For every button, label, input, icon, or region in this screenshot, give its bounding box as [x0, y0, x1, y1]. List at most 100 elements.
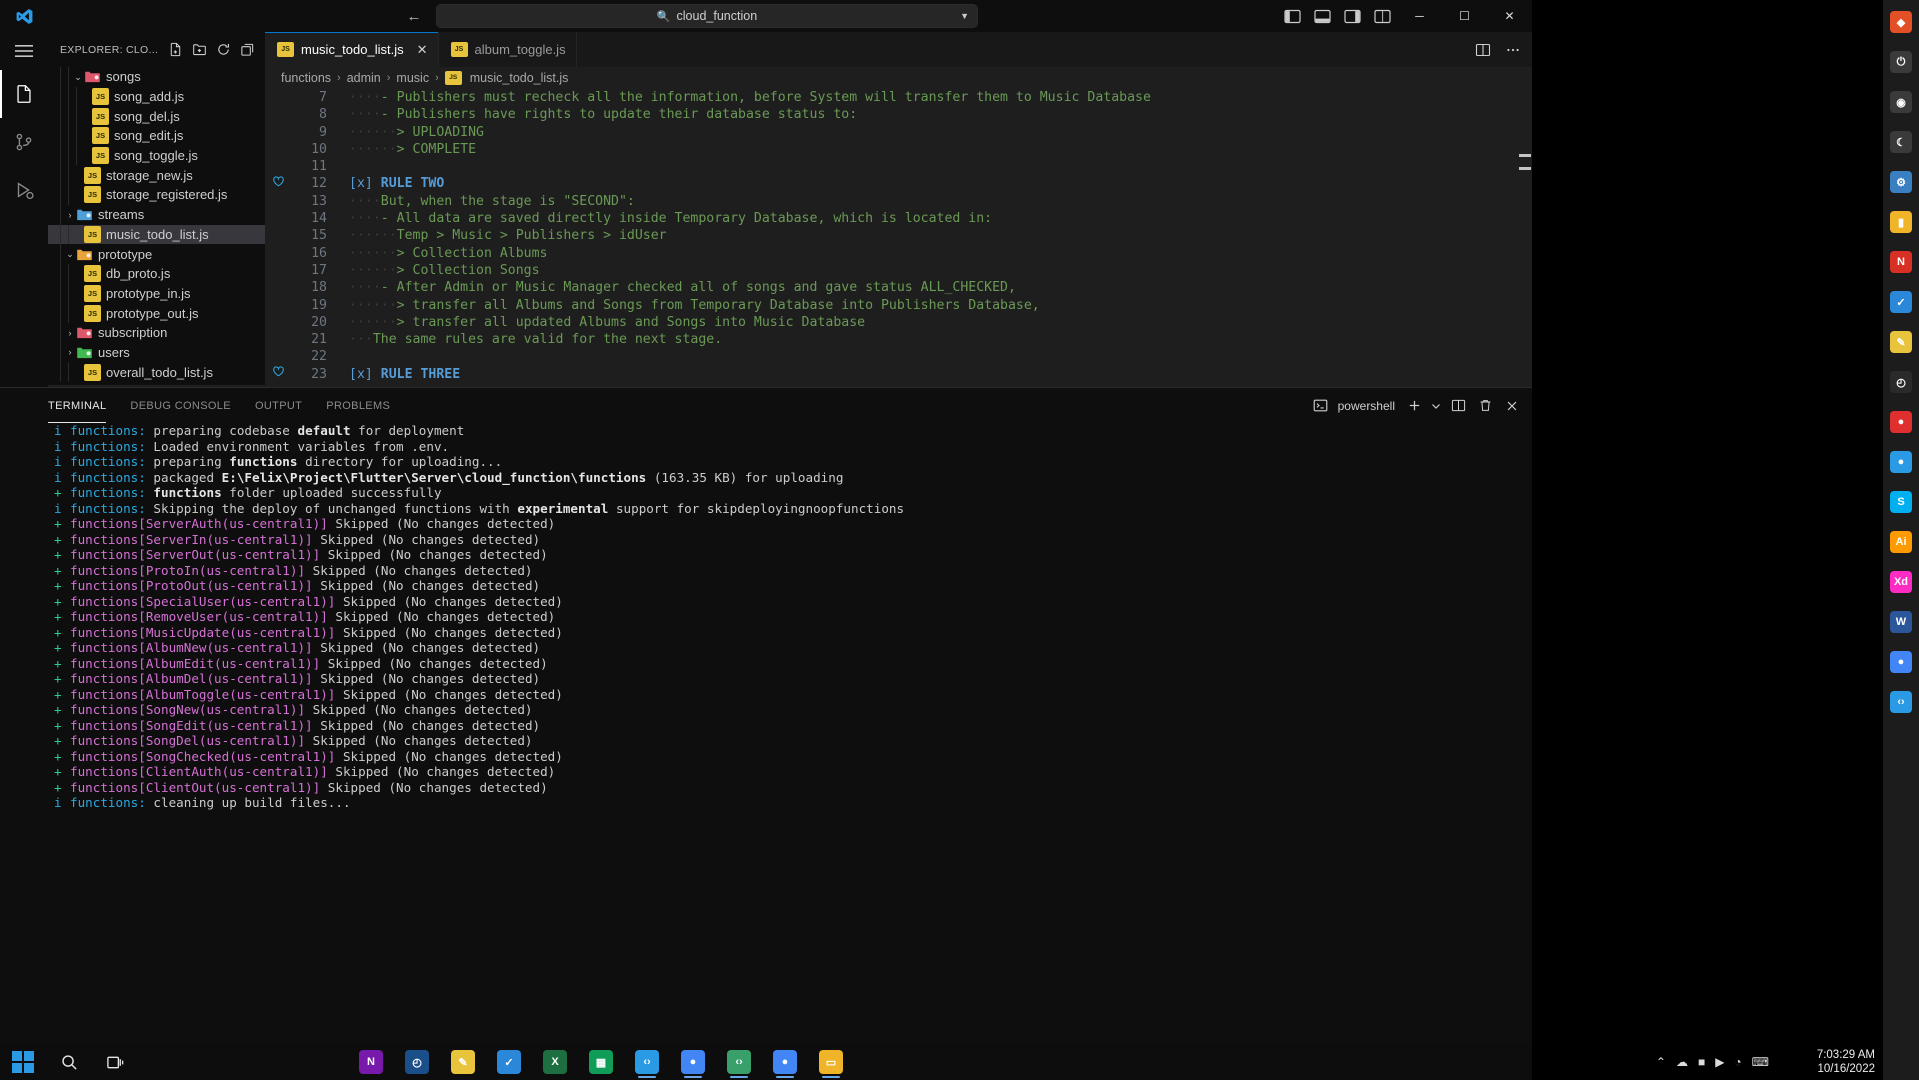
- panel-tabs[interactable]: TERMINAL DEBUG CONSOLE OUTPUT PROBLEMS powe…: [0, 388, 1532, 423]
- illustrator-icon[interactable]: Ai: [1883, 524, 1919, 560]
- chevron-down-icon[interactable]: ⌄: [72, 74, 84, 80]
- chevron-right-icon[interactable]: ›: [64, 210, 76, 220]
- chrome-dock-icon[interactable]: ●: [1883, 644, 1919, 680]
- tree-folder[interactable]: ⌄prototype: [48, 244, 265, 264]
- toggle-secondary-sidebar-icon[interactable]: [1337, 0, 1367, 32]
- chevron-right-icon[interactable]: ›: [64, 328, 76, 338]
- status-language[interactable]: JavaScript: [1413, 1054, 1503, 1080]
- editor-tabs[interactable]: JSmusic_todo_list.js✕JSalbum_toggle.js: [265, 32, 1532, 67]
- code-line[interactable]: 18····- After Admin or Music Manager che…: [265, 279, 1532, 296]
- code-line[interactable]: 8····- Publishers have rights to update …: [265, 106, 1532, 123]
- panel-tab[interactable]: PROBLEMS: [326, 388, 390, 423]
- notes-icon[interactable]: ✎: [1883, 324, 1919, 360]
- code-line[interactable]: 11: [265, 158, 1532, 175]
- right-dock-bar[interactable]: ◆⏻◉☾⚙▮N✓✎◴●●SAiXdW●‹›: [1883, 0, 1919, 1080]
- folder-icon[interactable]: ▮: [1883, 204, 1919, 240]
- code-line[interactable]: 9······> UPLOADING: [265, 124, 1532, 141]
- code-line[interactable]: 10······> COMPLETE: [265, 141, 1532, 158]
- bookmark-heart-icon[interactable]: [265, 175, 291, 193]
- minimize-button[interactable]: ─: [1397, 0, 1442, 32]
- close-icon[interactable]: ✕: [417, 42, 428, 58]
- sidebar-item-run-and-debug[interactable]: [0, 166, 48, 214]
- close-button[interactable]: ✕: [1487, 0, 1532, 32]
- breadcrumb-item[interactable]: music_todo_list.js: [470, 71, 569, 85]
- breadcrumb-item[interactable]: functions: [281, 71, 331, 85]
- toggle-primary-sidebar-icon[interactable]: [1277, 0, 1307, 32]
- tree-folder[interactable]: ›streams: [48, 205, 265, 225]
- todoist-icon[interactable]: ✓: [1883, 284, 1919, 320]
- breadcrumb[interactable]: functions›admin›music›JSmusic_todo_list.…: [265, 67, 1532, 89]
- tree-file[interactable]: JSdb_proto.js: [48, 264, 265, 284]
- file-tree[interactable]: ⌄songsJSsong_add.jsJSsong_del.jsJSsong_e…: [48, 67, 265, 385]
- adobe-cc-icon[interactable]: ◆: [1883, 4, 1919, 40]
- xd-icon[interactable]: Xd: [1883, 564, 1919, 600]
- editor-tab[interactable]: JSmusic_todo_list.js✕: [265, 32, 439, 67]
- word-icon[interactable]: W: [1883, 604, 1919, 640]
- power-icon[interactable]: ⏻: [1883, 44, 1919, 80]
- code-line[interactable]: 14····- All data are saved directly insi…: [265, 210, 1532, 227]
- chevron-down-icon[interactable]: [1429, 394, 1443, 418]
- close-icon[interactable]: [1500, 394, 1524, 418]
- tree-file[interactable]: JSsong_toggle.js: [48, 146, 265, 166]
- menu-icon[interactable]: [0, 32, 48, 70]
- notion-icon[interactable]: N: [1883, 244, 1919, 280]
- music-icon[interactable]: ●: [1883, 404, 1919, 440]
- vscode-dock-icon[interactable]: ‹›: [1883, 684, 1919, 720]
- collapse-all-icon[interactable]: [236, 39, 258, 61]
- clock-app-icon[interactable]: ◴: [1883, 364, 1919, 400]
- code-content[interactable]: 7····- Publishers must recheck all the i…: [265, 89, 1532, 385]
- code-line[interactable]: 23[x] RULE THREE: [265, 366, 1532, 383]
- maximize-button[interactable]: ☐: [1442, 0, 1487, 32]
- terminal-output[interactable]: ifunctions: preparing codebase default f…: [0, 423, 1532, 1054]
- breadcrumb-item[interactable]: music: [396, 71, 429, 85]
- code-line[interactable]: 17······> Collection Songs: [265, 262, 1532, 279]
- sidebar-item-explorer[interactable]: [0, 70, 48, 118]
- back-button[interactable]: ←: [400, 3, 428, 29]
- settings-gear-icon[interactable]: ⚙: [1883, 164, 1919, 200]
- split-editor-icon[interactable]: [1470, 37, 1496, 63]
- new-file-icon[interactable]: [164, 39, 186, 61]
- code-line[interactable]: 24···Check the validity of agreement.: [265, 383, 1532, 385]
- split-icon[interactable]: [1446, 394, 1470, 418]
- tree-file[interactable]: JSstorage_registered.js: [48, 185, 265, 205]
- panel-tab[interactable]: OUTPUT: [255, 388, 302, 423]
- status-cursor-position[interactable]: Ln 28, Col 14: [1326, 1054, 1413, 1080]
- customize-layout-icon[interactable]: [1367, 0, 1397, 32]
- tree-folder[interactable]: ⌄client: [48, 382, 265, 385]
- chevron-down-icon[interactable]: ▼: [960, 11, 969, 21]
- panel-tab[interactable]: DEBUG CONSOLE: [130, 388, 231, 423]
- moon-icon[interactable]: ☾: [1883, 124, 1919, 160]
- tree-file[interactable]: JSsong_edit.js: [48, 126, 265, 146]
- status-notifications[interactable]: [1503, 1054, 1532, 1080]
- code-line[interactable]: 19······> transfer all Albums and Songs …: [265, 297, 1532, 314]
- bookmark-heart-icon[interactable]: [265, 365, 291, 383]
- ellipsis-icon[interactable]: [1500, 37, 1526, 63]
- skype-icon[interactable]: S: [1883, 484, 1919, 520]
- chevron-right-icon[interactable]: ›: [64, 347, 76, 357]
- code-line[interactable]: 7····- Publishers must recheck all the i…: [265, 89, 1532, 106]
- status-sync[interactable]: [173, 1054, 203, 1080]
- trash-icon[interactable]: [1473, 394, 1497, 418]
- tree-file[interactable]: JSmusic_todo_list.js: [48, 225, 265, 245]
- tree-file[interactable]: JSprototype_out.js: [48, 303, 265, 323]
- sidebar-item-source-control[interactable]: [0, 118, 48, 166]
- tree-file[interactable]: JSstorage_new.js: [48, 165, 265, 185]
- toggle-panel-icon[interactable]: [1307, 0, 1337, 32]
- panel-tab[interactable]: TERMINAL: [48, 388, 106, 423]
- tree-file[interactable]: JSsong_del.js: [48, 106, 265, 126]
- tree-file[interactable]: JSsong_add.js: [48, 87, 265, 107]
- tree-file[interactable]: JSoverall_todo_list.js: [48, 362, 265, 382]
- chevron-down-icon[interactable]: ⌄: [64, 251, 76, 257]
- code-line[interactable]: 20······> transfer all updated Albums an…: [265, 314, 1532, 331]
- code-line[interactable]: 22: [265, 348, 1532, 365]
- code-line[interactable]: 13····But, when the stage is "SECOND":: [265, 193, 1532, 210]
- status-branch[interactable]: dev_restructure_database: [0, 1054, 173, 1080]
- command-search-box[interactable]: 🔍 cloud_function ▼: [436, 4, 978, 28]
- terminal-shell-label[interactable]: powershell: [1305, 394, 1399, 418]
- tree-folder[interactable]: ›users: [48, 343, 265, 363]
- browser-icon[interactable]: ●: [1883, 444, 1919, 480]
- code-line[interactable]: 16······> Collection Albums: [265, 245, 1532, 262]
- code-line[interactable]: 12[x] RULE TWO: [265, 175, 1532, 192]
- breadcrumb-item[interactable]: admin: [347, 71, 381, 85]
- refresh-icon[interactable]: [212, 39, 234, 61]
